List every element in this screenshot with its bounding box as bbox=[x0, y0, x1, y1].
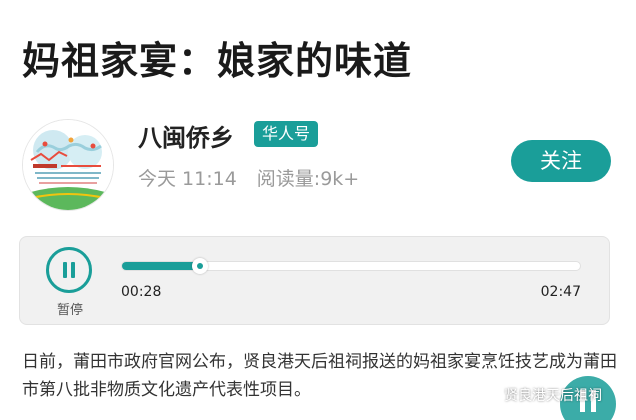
pause-icon-bar bbox=[71, 262, 75, 278]
source-watermark: 贤良港天后祖祠 bbox=[484, 385, 602, 405]
article-meta: 今天 11:14 阅读量:9k+ bbox=[138, 164, 359, 191]
total-time: 02:47 bbox=[540, 284, 581, 300]
follow-button[interactable]: 关注 bbox=[511, 140, 611, 182]
progress-fill bbox=[122, 262, 200, 270]
watermark-text: 贤良港天后祖祠 bbox=[504, 388, 602, 404]
publish-time: 今天 11:14 bbox=[138, 168, 237, 190]
channel-logo-icon bbox=[23, 120, 113, 210]
progress-handle[interactable] bbox=[191, 258, 208, 274]
article-title: 妈祖家宴：娘家的味道 bbox=[22, 39, 413, 83]
progress-track[interactable] bbox=[121, 258, 581, 274]
read-count: 阅读量:9k+ bbox=[256, 168, 360, 190]
audio-player: 暂停 00:28 02:47 bbox=[19, 236, 610, 325]
article-page: 妈祖家宴：娘家的味道 八闽侨乡 华人号 今天 11:14 阅读量:9k+ 关注 bbox=[0, 0, 636, 420]
author-name[interactable]: 八闽侨乡 bbox=[138, 118, 234, 153]
pause-button[interactable] bbox=[46, 247, 92, 293]
author-badge: 华人号 bbox=[254, 121, 319, 147]
author-avatar[interactable] bbox=[23, 120, 113, 210]
wechat-icon bbox=[484, 389, 500, 401]
pause-label: 暂停 bbox=[56, 303, 83, 318]
pause-icon bbox=[63, 262, 67, 278]
current-time: 00:28 bbox=[121, 284, 162, 300]
